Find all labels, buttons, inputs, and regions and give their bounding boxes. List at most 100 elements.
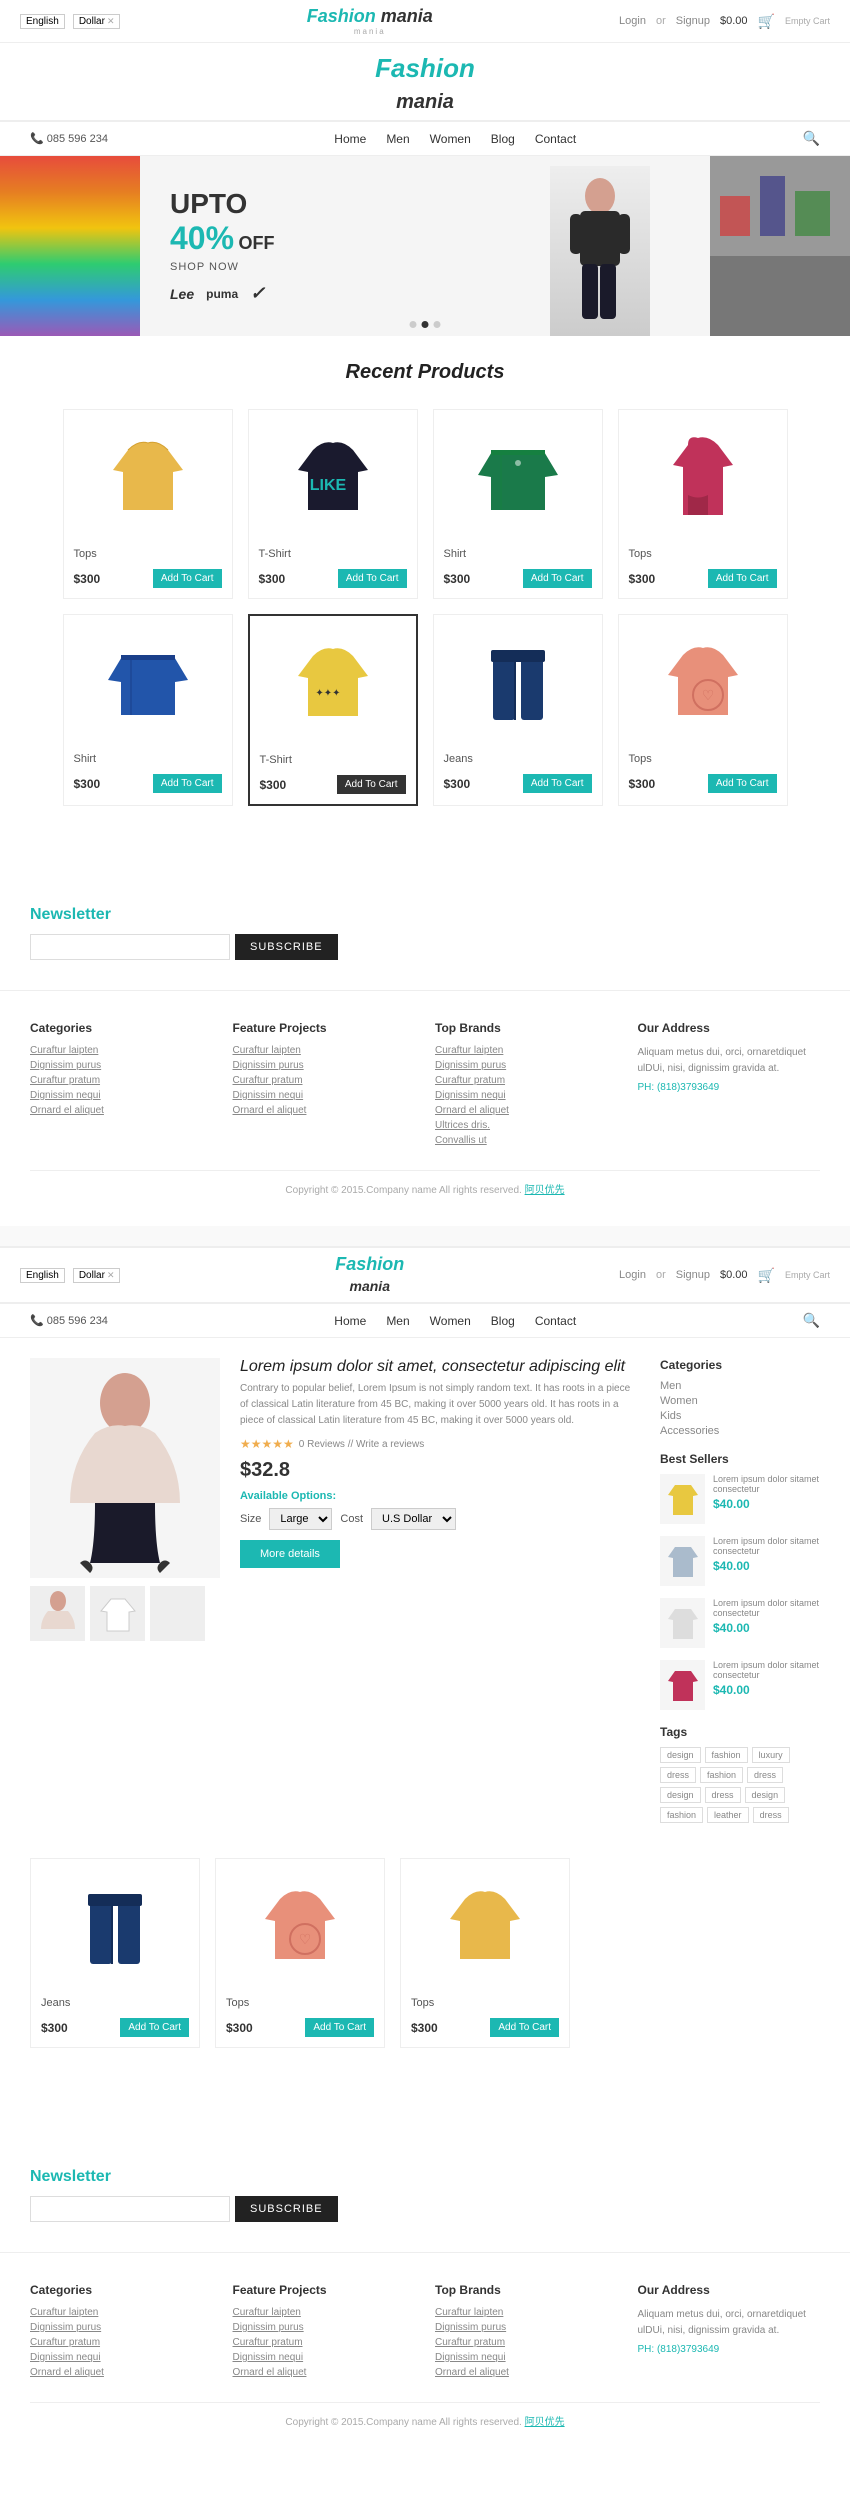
add-to-cart-0[interactable]: Add To Cart [153,569,222,588]
below-product-2[interactable]: Tops $300 Add To Cart [400,1858,570,2048]
footer2-proj-link-0[interactable]: Curaftur laipten [233,2307,416,2318]
below-add-to-cart-2[interactable]: Add To Cart [490,2018,559,2037]
product-card-6[interactable]: Jeans $300 Add To Cart [433,614,603,806]
copyright-link-2[interactable]: 阿贝优先 [525,2417,565,2428]
add-to-cart-7[interactable]: Add To Cart [708,774,777,793]
detail-thumb-1[interactable] [90,1586,145,1641]
size-select[interactable]: Large [269,1508,332,1530]
footer2-brand-link-4[interactable]: Ornard el aliquet [435,2367,618,2378]
add-to-cart-6[interactable]: Add To Cart [523,774,592,793]
footer-brand-link-1[interactable]: Dignissim purus [435,1060,618,1071]
footer-proj-link-2[interactable]: Curaftur pratum [233,1075,416,1086]
sidebar-cat-women[interactable]: Women [660,1395,820,1407]
footer2-proj-link-4[interactable]: Ornard el aliquet [233,2367,416,2378]
hero-shop-now[interactable]: SHOP NOW [170,261,239,273]
add-to-cart-5[interactable]: Add To Cart [337,775,406,794]
tag-9[interactable]: fashion [660,1807,703,1823]
tag-4[interactable]: fashion [700,1767,743,1783]
footer2-brand-link-0[interactable]: Curaftur laipten [435,2307,618,2318]
below-add-to-cart-1[interactable]: Add To Cart [305,2018,374,2037]
product-card-1[interactable]: LIKE T-Shirt $300 Add To Cart [248,409,418,599]
tag-11[interactable]: dress [753,1807,789,1823]
language-button[interactable]: English [20,14,65,29]
footer-cat-link-2[interactable]: Curaftur pratum [30,1075,213,1086]
product-card-5[interactable]: ✦✦✦ T-Shirt $300 Add To Cart [248,614,418,806]
footer-cat-link-4[interactable]: Ornard el aliquet [30,1105,213,1116]
below-product-1[interactable]: ♡ Tops $300 Add To Cart [215,1858,385,2048]
login-link[interactable]: Login [619,15,646,27]
search-icon-2[interactable]: 🔍 [803,1312,820,1329]
sidebar-cat-men[interactable]: Men [660,1380,820,1392]
newsletter-input[interactable] [30,934,230,960]
nav2-home[interactable]: Home [334,1314,366,1328]
product-card-0[interactable]: Tops $300 Add To Cart [63,409,233,599]
footer2-cat-link-3[interactable]: Dignissim nequi [30,2352,213,2363]
currency-button-2[interactable]: Dollar ✕ [73,1268,121,1283]
footer2-brand-link-1[interactable]: Dignissim purus [435,2322,618,2333]
tag-1[interactable]: fashion [705,1747,748,1763]
nav2-contact[interactable]: Contact [535,1314,576,1328]
footer2-brand-link-2[interactable]: Curaftur pratum [435,2337,618,2348]
footer-cat-link-0[interactable]: Curaftur laipten [30,1045,213,1056]
signup-link[interactable]: Signup [676,15,710,27]
below-add-to-cart-0[interactable]: Add To Cart [120,2018,189,2037]
tag-5[interactable]: dress [747,1767,783,1783]
cost-select[interactable]: U.S Dollar [371,1508,456,1530]
footer-brand-link-4[interactable]: Ornard el aliquet [435,1105,618,1116]
nav2-blog[interactable]: Blog [491,1314,515,1328]
nav2-men[interactable]: Men [386,1314,409,1328]
nav-women[interactable]: Women [430,132,471,146]
footer-proj-link-3[interactable]: Dignissim nequi [233,1090,416,1101]
subscribe-button-2[interactable]: SUBSCRIBE [235,2196,338,2222]
footer-brand-link-0[interactable]: Curaftur laipten [435,1045,618,1056]
subscribe-button[interactable]: SUBSCRIBE [235,934,338,960]
footer2-cat-link-4[interactable]: Ornard el aliquet [30,2367,213,2378]
footer-proj-link-0[interactable]: Curaftur laipten [233,1045,416,1056]
cart-icon[interactable]: 🛒 [758,13,775,30]
copyright-link[interactable]: 阿贝优先 [525,1185,565,1196]
product-card-3[interactable]: Tops $300 Add To Cart [618,409,788,599]
footer-cat-link-1[interactable]: Dignissim purus [30,1060,213,1071]
sidebar-cat-kids[interactable]: Kids [660,1410,820,1422]
dot-2[interactable] [422,321,429,328]
dot-3[interactable] [434,321,441,328]
add-to-cart-3[interactable]: Add To Cart [708,569,777,588]
footer-proj-link-4[interactable]: Ornard el aliquet [233,1105,416,1116]
currency-remove-icon-2[interactable]: ✕ [107,1270,115,1281]
product-card-2[interactable]: Shirt $300 Add To Cart [433,409,603,599]
product-card-4[interactable]: Shirt $300 Add To Cart [63,614,233,806]
footer-brand-link-2[interactable]: Curaftur pratum [435,1075,618,1086]
footer-cat-link-3[interactable]: Dignissim nequi [30,1090,213,1101]
newsletter-input-2[interactable] [30,2196,230,2222]
review-count[interactable]: 0 Reviews // Write a reviews [299,1439,424,1450]
detail-thumb-2[interactable] [150,1586,205,1641]
nav-contact[interactable]: Contact [535,132,576,146]
language-button-2[interactable]: English [20,1268,65,1283]
search-icon[interactable]: 🔍 [803,130,820,147]
footer2-proj-link-1[interactable]: Dignissim purus [233,2322,416,2333]
more-details-button[interactable]: More details [240,1540,340,1568]
nav-home[interactable]: Home [334,132,366,146]
currency-button[interactable]: Dollar ✕ [73,14,121,29]
footer2-cat-link-0[interactable]: Curaftur laipten [30,2307,213,2318]
add-to-cart-2[interactable]: Add To Cart [523,569,592,588]
footer2-cat-link-2[interactable]: Curaftur pratum [30,2337,213,2348]
nav-blog[interactable]: Blog [491,132,515,146]
tag-3[interactable]: dress [660,1767,696,1783]
sidebar-cat-accessories[interactable]: Accessories [660,1425,820,1437]
tag-10[interactable]: leather [707,1807,749,1823]
footer-proj-link-1[interactable]: Dignissim purus [233,1060,416,1071]
dot-1[interactable] [410,321,417,328]
tag-0[interactable]: design [660,1747,701,1763]
footer2-proj-link-3[interactable]: Dignissim nequi [233,2352,416,2363]
signup-link-2[interactable]: Signup [676,1269,710,1281]
footer-brand-link-6[interactable]: Convallis ut [435,1135,618,1146]
tag-2[interactable]: luxury [752,1747,790,1763]
detail-thumb-0[interactable] [30,1586,85,1641]
tag-8[interactable]: design [745,1787,786,1803]
footer-brand-link-5[interactable]: Ultrices dris. [435,1120,618,1131]
below-product-0[interactable]: Jeans $300 Add To Cart [30,1858,200,2048]
product-card-7[interactable]: ♡ Tops $300 Add To Cart [618,614,788,806]
footer-brand-link-3[interactable]: Dignissim nequi [435,1090,618,1101]
nav-men[interactable]: Men [386,132,409,146]
